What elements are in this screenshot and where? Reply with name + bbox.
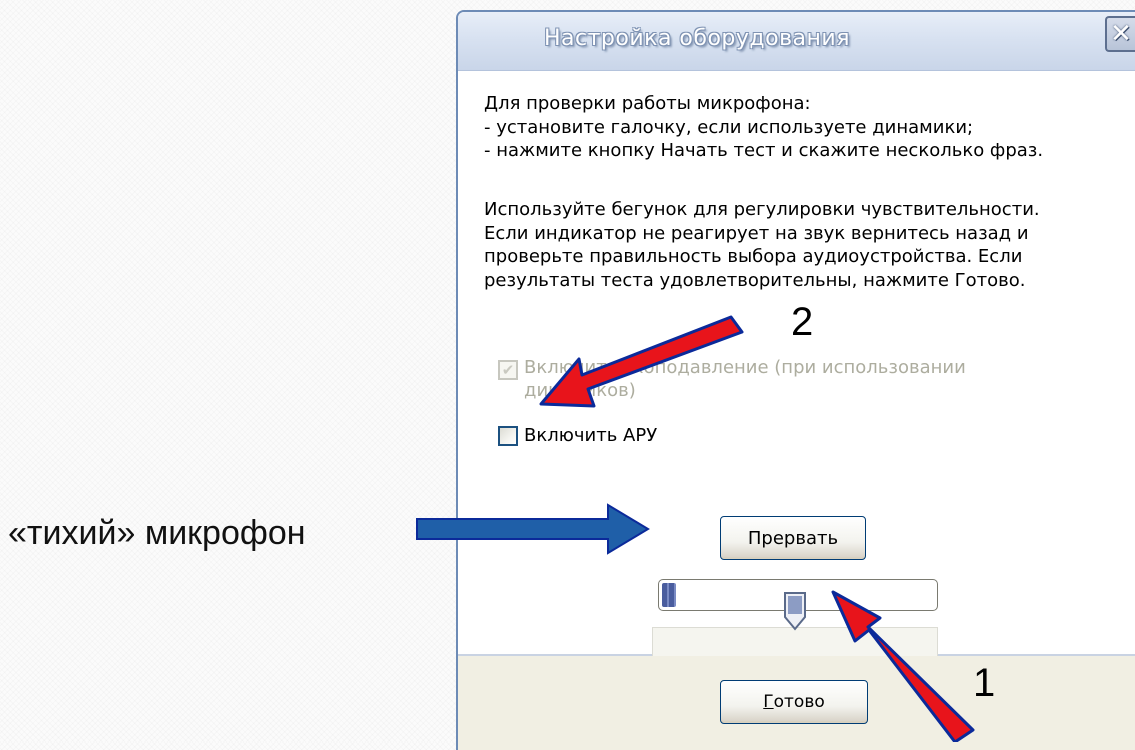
help-line: проверьте правильность выбора аудиоустро… [484,246,1023,267]
instruction-line: - установите галочку, если используете д… [484,116,974,138]
agc-checkbox[interactable] [498,426,518,446]
close-icon: ✕ [1110,19,1132,49]
help-line: Если индикатор не реагирует на звук верн… [484,222,1029,244]
echo-cancel-checkbox[interactable]: ✔ [498,360,518,380]
checkmark-icon: ✔ [501,361,515,379]
echo-cancel-option: ✔ Включить эхоподавление (при использова… [498,356,966,402]
help-line: Используйте бегунок для регулировки чувс… [484,199,1040,220]
mic-level-fill [662,583,676,607]
close-button[interactable]: ✕ [1105,16,1135,52]
title-bar[interactable]: Настройка оборудования ✕ [458,12,1135,71]
marker-2-label: 2 [791,300,814,344]
sensitivity-help-text: Используйте бегунок для регулировки чувс… [484,198,1104,292]
agc-label: Включить АРУ [524,425,658,446]
dialog-body: Для проверки работы микрофона: - установ… [458,71,1135,675]
done-button[interactable]: Готово [720,680,868,724]
marker-1-label: 1 [973,661,996,705]
agc-option: Включить АРУ [498,424,657,447]
instruction-line: - нажмите кнопку Начать тест и скажите н… [484,140,1044,161]
quiet-microphone-label: «тихий» микрофон [8,514,306,552]
instruction-line: Для проверки работы микрофона: [484,93,811,114]
echo-cancel-label: Включить эхоподавление (при использовани… [524,357,966,401]
dialog-footer: Готово [458,656,1135,750]
instructions-text: Для проверки работы микрофона: - установ… [484,92,1104,163]
help-line: результаты теста удовлетворительны, нажм… [484,269,1026,291]
dialog-title: Настройка оборудования [544,26,850,51]
sensitivity-slider-thumb[interactable] [783,591,807,631]
stop-button[interactable]: Прервать [720,516,866,560]
hardware-settings-dialog: Настройка оборудования ✕ Для проверки ра… [456,10,1135,750]
